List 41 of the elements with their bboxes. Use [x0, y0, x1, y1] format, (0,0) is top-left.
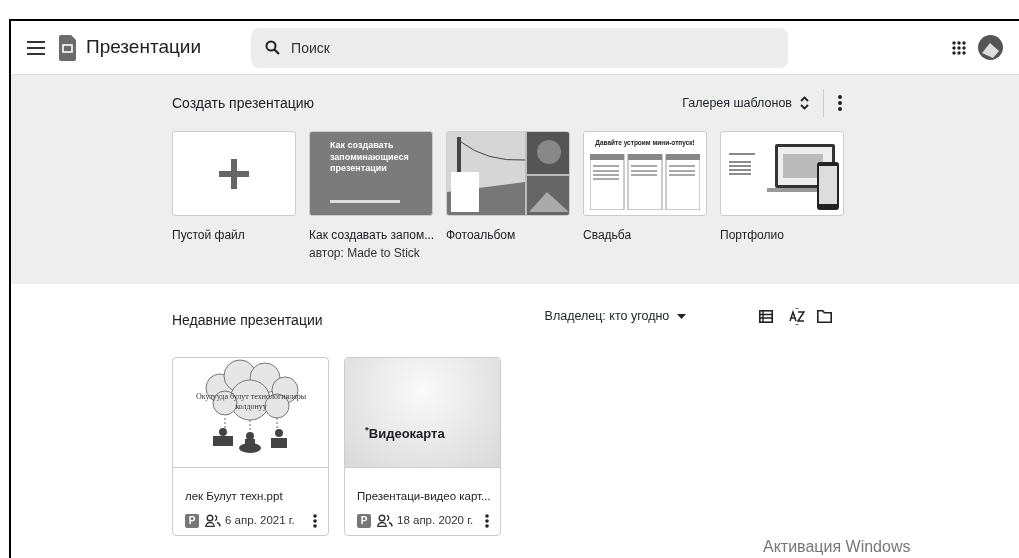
template-label: Свадьба [583, 227, 632, 244]
apps-grid-icon[interactable] [952, 40, 966, 55]
file-name: Презентаци-видео карт... [357, 489, 491, 504]
more-icon[interactable] [485, 513, 489, 528]
more-icon[interactable] [838, 95, 842, 111]
search-field[interactable]: Поиск [251, 27, 789, 68]
app-title: Презентации [86, 35, 202, 60]
template-thumbnail[interactable] [172, 131, 296, 216]
slide-text: Окутууда булут технологиялары колдонуу [194, 392, 308, 412]
file-card[interactable]: Окутууда булут технологиялары колдонуу лек Булут техн.ppt P 6 апр. 2021 г. [172, 357, 329, 536]
template-gallery-button[interactable]: Галерея шаблонов [682, 93, 809, 113]
slides-logo-icon[interactable] [59, 34, 76, 61]
slide-title: Как создавать запоминающиеся презентации [330, 140, 410, 176]
file-date: 6 апр. 2021 г. [225, 513, 295, 529]
expand-icon [800, 96, 809, 110]
folder-icon[interactable] [817, 310, 832, 323]
template-label: Фотоальбом [446, 227, 516, 244]
template-label: Как создавать запом... [309, 227, 435, 244]
template-thumbnail[interactable]: Как создавать запоминающиеся презентации [309, 131, 433, 216]
subtitle-line-icon [330, 200, 400, 203]
file-card[interactable]: $^{*}$Видеокарта Презентаци-видео карт... P 18 апр. 2020 г. [344, 357, 501, 536]
file-type-badge: P [357, 513, 371, 528]
section-title: Создать презентацию [172, 93, 315, 113]
file-type-badge: P [185, 513, 199, 528]
sort-icon[interactable] [789, 308, 805, 325]
plus-icon [219, 159, 249, 189]
caret-icon [677, 314, 687, 319]
activation-notice: Активация Windows [763, 537, 911, 557]
avatar-icon[interactable] [978, 35, 1003, 60]
owner-filter-dropdown[interactable]: Владелец: кто угодно [544, 307, 687, 326]
search-icon[interactable] [265, 39, 281, 55]
template-label: Портфолио [720, 227, 784, 244]
section-title: Недавние презентации [172, 311, 323, 330]
more-icon[interactable] [313, 513, 317, 528]
menu-icon[interactable] [27, 40, 45, 55]
template-author: автор: Made to Stick [309, 245, 420, 262]
file-date: 18 апр. 2020 г. [397, 513, 474, 529]
template-label: Пустой файл [172, 227, 245, 244]
file-name: лек Булут техн.ppt [185, 489, 283, 504]
list-view-icon[interactable] [759, 310, 773, 323]
slide-text: $^{*}$Видеокарта [365, 424, 445, 443]
